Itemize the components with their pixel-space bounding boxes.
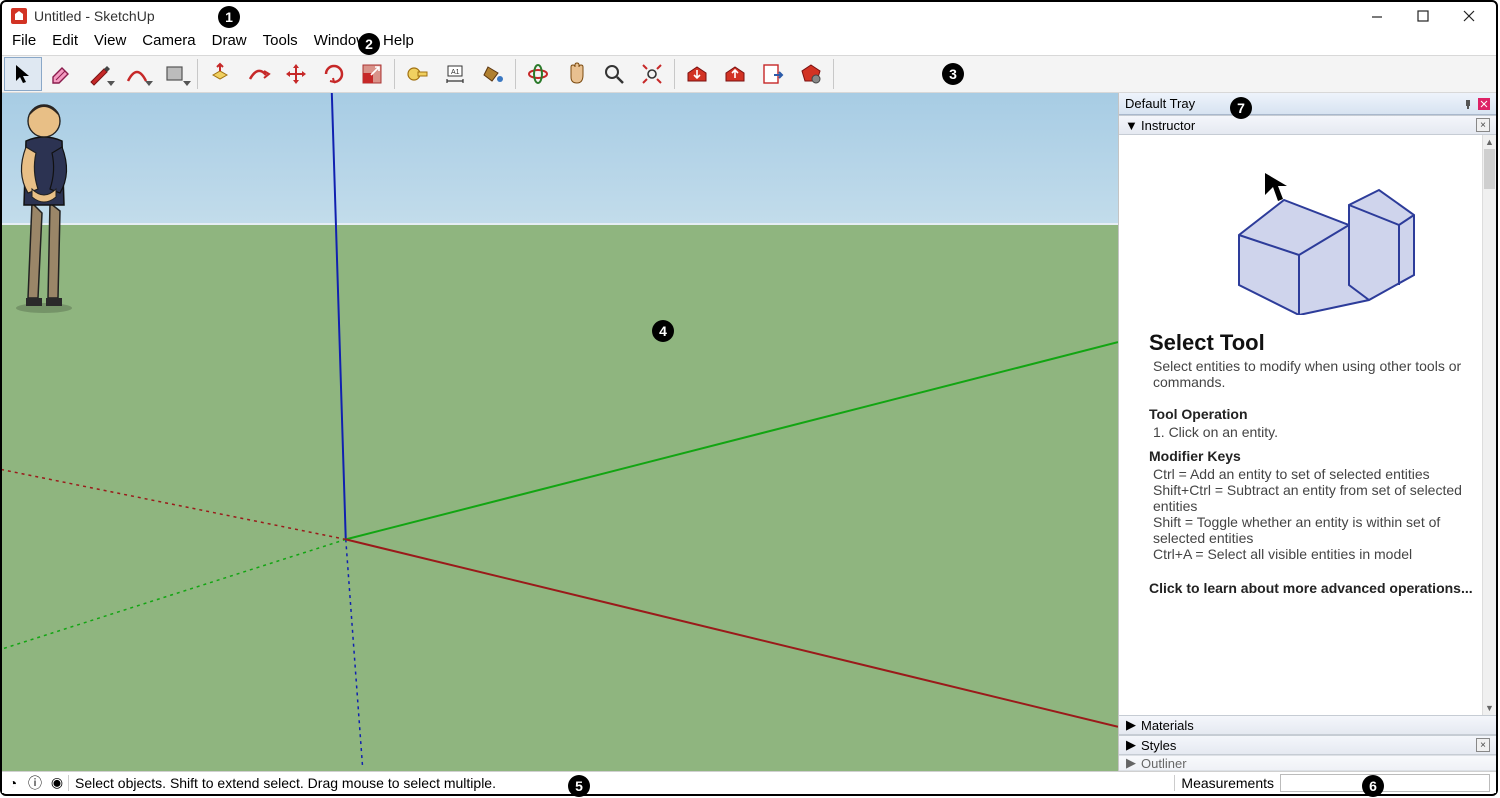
tray-close-icon[interactable]	[1478, 98, 1490, 110]
instructor-mod-heading: Modifier Keys	[1149, 448, 1480, 464]
instructor-close-button[interactable]: ×	[1476, 118, 1490, 132]
measurements-label: Measurements	[1174, 775, 1280, 791]
instructor-op-heading: Tool Operation	[1149, 406, 1480, 422]
styles-panel-header[interactable]: ▶ Styles ×	[1119, 735, 1496, 755]
callout-7: 7	[1230, 97, 1252, 119]
viewport-axes	[2, 93, 1118, 769]
callout-1: 1	[218, 6, 240, 28]
pan-tool-button[interactable]	[557, 57, 595, 91]
menu-camera[interactable]: Camera	[136, 30, 201, 51]
instructor-op-line: 1. Click on an entity.	[1153, 424, 1480, 440]
instructor-learn-more[interactable]: Click to learn about more advanced opera…	[1149, 580, 1480, 596]
menu-bar: File Edit View Camera Draw Tools Window …	[2, 30, 1496, 55]
send-to-layout-button[interactable]	[754, 57, 792, 91]
tray-title: Default Tray	[1125, 96, 1195, 111]
zoom-extents-button[interactable]	[633, 57, 671, 91]
orbit-tool-button[interactable]	[519, 57, 557, 91]
materials-panel-header[interactable]: ▶ Materials	[1119, 715, 1496, 735]
window-minimize-button[interactable]	[1354, 2, 1400, 30]
outliner-panel-title: Outliner	[1141, 756, 1187, 771]
tray-header[interactable]: Default Tray	[1119, 93, 1496, 115]
instructor-tool-desc: Select entities to modify when using oth…	[1153, 358, 1480, 390]
menu-tools[interactable]: Tools	[257, 30, 304, 51]
collapsed-arrow-icon: ▶	[1125, 717, 1137, 733]
instructor-mod-ctrla: Ctrl+A = Select all visible entities in …	[1153, 546, 1480, 562]
window-close-button[interactable]	[1446, 2, 1492, 30]
rotate-tool-button[interactable]	[315, 57, 353, 91]
instructor-panel-header[interactable]: ▼ Instructor ×	[1119, 115, 1496, 135]
3dwarehouse-share-button[interactable]	[716, 57, 754, 91]
menu-edit[interactable]: Edit	[46, 30, 84, 51]
3dwarehouse-get-button[interactable]	[678, 57, 716, 91]
window-title: Untitled - SketchUp	[34, 8, 155, 24]
status-info-icon[interactable]: ⓘ	[24, 773, 46, 793]
arc-tool-dropdown[interactable]	[118, 57, 156, 91]
tape-measure-button[interactable]	[398, 57, 436, 91]
callout-5: 5	[568, 775, 590, 797]
instructor-panel-title: Instructor	[1141, 118, 1195, 133]
move-tool-button[interactable]	[277, 57, 315, 91]
scale-figure	[2, 93, 86, 313]
zoom-tool-button[interactable]	[595, 57, 633, 91]
dimension-tool-button[interactable]: A1	[436, 57, 474, 91]
callout-2: 2	[358, 33, 380, 55]
expanded-arrow-icon: ▼	[1125, 118, 1137, 133]
default-tray: Default Tray ▼ Instructor × ▲▼	[1118, 93, 1496, 771]
callout-3: 3	[942, 63, 964, 85]
menu-view[interactable]: View	[88, 30, 132, 51]
tray-pin-icon[interactable]	[1462, 98, 1474, 110]
instructor-mod-shift: Shift = Toggle whether an entity is with…	[1153, 514, 1480, 546]
instructor-illustration	[1149, 145, 1429, 315]
callout-6: 6	[1362, 775, 1384, 797]
callout-4: 4	[652, 320, 674, 342]
window-maximize-button[interactable]	[1400, 2, 1446, 30]
status-bar: ◔ ⓘ ◉ Select objects. Shift to extend se…	[2, 771, 1496, 793]
collapsed-arrow-icon: ▶	[1125, 755, 1137, 771]
instructor-tool-title: Select Tool	[1149, 330, 1480, 356]
outliner-panel-header[interactable]: ▶ Outliner	[1119, 755, 1496, 771]
main-toolbar: A1	[2, 55, 1496, 93]
shape-tool-dropdown[interactable]	[156, 57, 194, 91]
followme-tool-button[interactable]	[239, 57, 277, 91]
status-hint: Select objects. Shift to extend select. …	[69, 775, 502, 791]
pushpull-tool-button[interactable]	[201, 57, 239, 91]
collapsed-arrow-icon: ▶	[1125, 737, 1137, 753]
instructor-panel-body: ▲▼ Select Tool Select entities to mod	[1119, 135, 1496, 715]
sketchup-app-icon	[10, 7, 28, 25]
styles-panel-title: Styles	[1141, 738, 1176, 753]
svg-text:A1: A1	[451, 69, 460, 76]
menu-help[interactable]: Help	[377, 30, 420, 51]
paint-bucket-button[interactable]	[474, 57, 512, 91]
status-user-icon[interactable]: ◉	[46, 774, 68, 791]
ruby-console-button[interactable]	[792, 57, 830, 91]
measurements-input[interactable]	[1280, 774, 1490, 792]
materials-panel-title: Materials	[1141, 718, 1194, 733]
instructor-mod-ctrl: Ctrl = Add an entity to set of selected …	[1153, 466, 1480, 482]
select-tool-button[interactable]	[4, 57, 42, 91]
instructor-mod-shiftctrl: Shift+Ctrl = Subtract an entity from set…	[1153, 482, 1480, 514]
scale-tool-button[interactable]	[353, 57, 391, 91]
3d-viewport[interactable]	[2, 93, 1118, 771]
eraser-tool-button[interactable]	[42, 57, 80, 91]
instructor-scrollbar[interactable]: ▲▼	[1482, 135, 1496, 715]
menu-draw[interactable]: Draw	[206, 30, 253, 51]
draw-tool-dropdown[interactable]	[80, 57, 118, 91]
status-tip-icon[interactable]: ◔	[2, 775, 24, 791]
styles-close-button[interactable]: ×	[1476, 738, 1490, 752]
menu-file[interactable]: File	[6, 30, 42, 51]
